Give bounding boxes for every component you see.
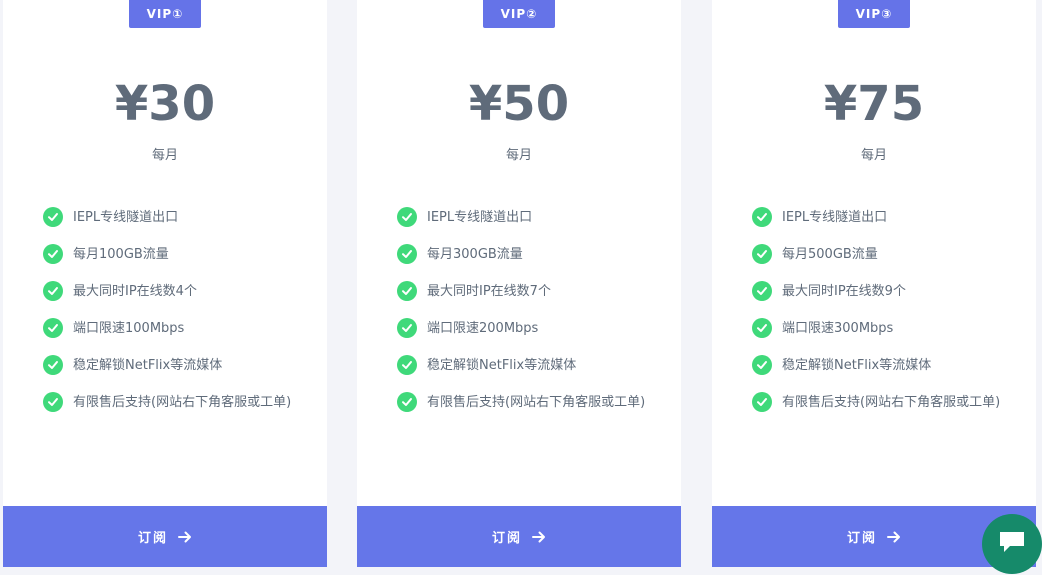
feature-item: 端口限速200Mbps xyxy=(397,318,659,339)
check-circle-icon xyxy=(752,392,772,412)
feature-text: 最大同时IP在线数9个 xyxy=(782,284,906,299)
check-circle-icon xyxy=(43,355,63,375)
feature-item: IEPL专线隧道出口 xyxy=(43,207,305,228)
feature-item: 稳定解锁NetFlix等流媒体 xyxy=(752,355,1014,376)
feature-item: 有限售后支持(网站右下角客服或工单) xyxy=(752,392,1014,413)
arrow-right-icon xyxy=(178,531,192,543)
plan-price: ¥75 xyxy=(823,76,925,132)
subscribe-button[interactable]: 订阅 xyxy=(3,506,327,567)
feature-list: IEPL专线隧道出口 每月100GB流量 最大同时IP在线数4个 端口限速100… xyxy=(43,207,305,429)
plan-badge: VIP② xyxy=(483,0,555,28)
check-circle-icon xyxy=(43,392,63,412)
arrow-right-icon xyxy=(887,531,901,543)
check-circle-icon xyxy=(397,392,417,412)
feature-text: 有限售后支持(网站右下角客服或工单) xyxy=(73,395,292,410)
feature-list: IEPL专线隧道出口 每月500GB流量 最大同时IP在线数9个 端口限速300… xyxy=(752,207,1014,429)
feature-text: 端口限速200Mbps xyxy=(427,321,539,336)
check-circle-icon xyxy=(752,244,772,264)
feature-text: 有限售后支持(网站右下角客服或工单) xyxy=(427,395,646,410)
subscribe-button-label: 订阅 xyxy=(491,531,522,546)
feature-text: 有限售后支持(网站右下角客服或工单) xyxy=(782,395,1001,410)
check-circle-icon xyxy=(397,355,417,375)
plan-period: 每月 xyxy=(505,148,532,163)
chat-widget-button[interactable] xyxy=(982,514,1042,574)
feature-list: IEPL专线隧道出口 每月300GB流量 最大同时IP在线数7个 端口限速200… xyxy=(397,207,659,429)
check-circle-icon xyxy=(43,244,63,264)
feature-text: IEPL专线隧道出口 xyxy=(782,210,888,225)
feature-item: 最大同时IP在线数9个 xyxy=(752,281,1014,302)
subscribe-button[interactable]: 订阅 xyxy=(357,506,681,567)
check-circle-icon xyxy=(752,318,772,338)
feature-item: IEPL专线隧道出口 xyxy=(397,207,659,228)
plan-card-vip2: VIP② ¥50 每月 IEPL专线隧道出口 每月300GB流量 最大同时IP在… xyxy=(357,0,681,567)
feature-item: 有限售后支持(网站右下角客服或工单) xyxy=(397,392,659,413)
check-circle-icon xyxy=(752,281,772,301)
check-circle-icon xyxy=(752,355,772,375)
subscribe-button-label: 订阅 xyxy=(846,531,877,546)
feature-text: 最大同时IP在线数4个 xyxy=(73,284,197,299)
pricing-row: VIP① ¥30 每月 IEPL专线隧道出口 每月100GB流量 最大同时IP在… xyxy=(0,0,1042,575)
check-circle-icon xyxy=(43,207,63,227)
feature-text: 最大同时IP在线数7个 xyxy=(427,284,551,299)
feature-text: IEPL专线隧道出口 xyxy=(73,210,179,225)
check-circle-icon xyxy=(397,244,417,264)
check-circle-icon xyxy=(752,207,772,227)
plan-badge: VIP③ xyxy=(838,0,910,28)
feature-item: 稳定解锁NetFlix等流媒体 xyxy=(43,355,305,376)
feature-text: 稳定解锁NetFlix等流媒体 xyxy=(427,358,577,373)
feature-text: 每月300GB流量 xyxy=(427,247,523,262)
feature-item: 每月500GB流量 xyxy=(752,244,1014,265)
subscribe-button-label: 订阅 xyxy=(137,531,168,546)
plan-price: ¥30 xyxy=(114,76,216,132)
feature-item: 端口限速100Mbps xyxy=(43,318,305,339)
feature-text: 端口限速100Mbps xyxy=(73,321,185,336)
feature-text: 稳定解锁NetFlix等流媒体 xyxy=(73,358,223,373)
feature-item: 稳定解锁NetFlix等流媒体 xyxy=(397,355,659,376)
feature-text: IEPL专线隧道出口 xyxy=(427,210,533,225)
plan-card-vip3: VIP③ ¥75 每月 IEPL专线隧道出口 每月500GB流量 最大同时IP在… xyxy=(712,0,1036,567)
feature-item: 最大同时IP在线数4个 xyxy=(43,281,305,302)
feature-item: 每月100GB流量 xyxy=(43,244,305,265)
feature-item: IEPL专线隧道出口 xyxy=(752,207,1014,228)
plan-card-vip1: VIP① ¥30 每月 IEPL专线隧道出口 每月100GB流量 最大同时IP在… xyxy=(3,0,327,567)
check-circle-icon xyxy=(43,318,63,338)
arrow-right-icon xyxy=(532,531,546,543)
feature-item: 最大同时IP在线数7个 xyxy=(397,281,659,302)
check-circle-icon xyxy=(397,281,417,301)
check-circle-icon xyxy=(43,281,63,301)
plan-price: ¥50 xyxy=(468,76,570,132)
plan-period: 每月 xyxy=(151,148,178,163)
check-circle-icon xyxy=(397,207,417,227)
feature-item: 每月300GB流量 xyxy=(397,244,659,265)
feature-text: 每月100GB流量 xyxy=(73,247,169,262)
plan-badge: VIP① xyxy=(129,0,201,28)
check-circle-icon xyxy=(397,318,417,338)
plan-period: 每月 xyxy=(860,148,887,163)
feature-text: 稳定解锁NetFlix等流媒体 xyxy=(782,358,932,373)
chat-bubble-icon xyxy=(997,529,1027,559)
feature-text: 端口限速300Mbps xyxy=(782,321,894,336)
feature-item: 有限售后支持(网站右下角客服或工单) xyxy=(43,392,305,413)
feature-item: 端口限速300Mbps xyxy=(752,318,1014,339)
feature-text: 每月500GB流量 xyxy=(782,247,878,262)
